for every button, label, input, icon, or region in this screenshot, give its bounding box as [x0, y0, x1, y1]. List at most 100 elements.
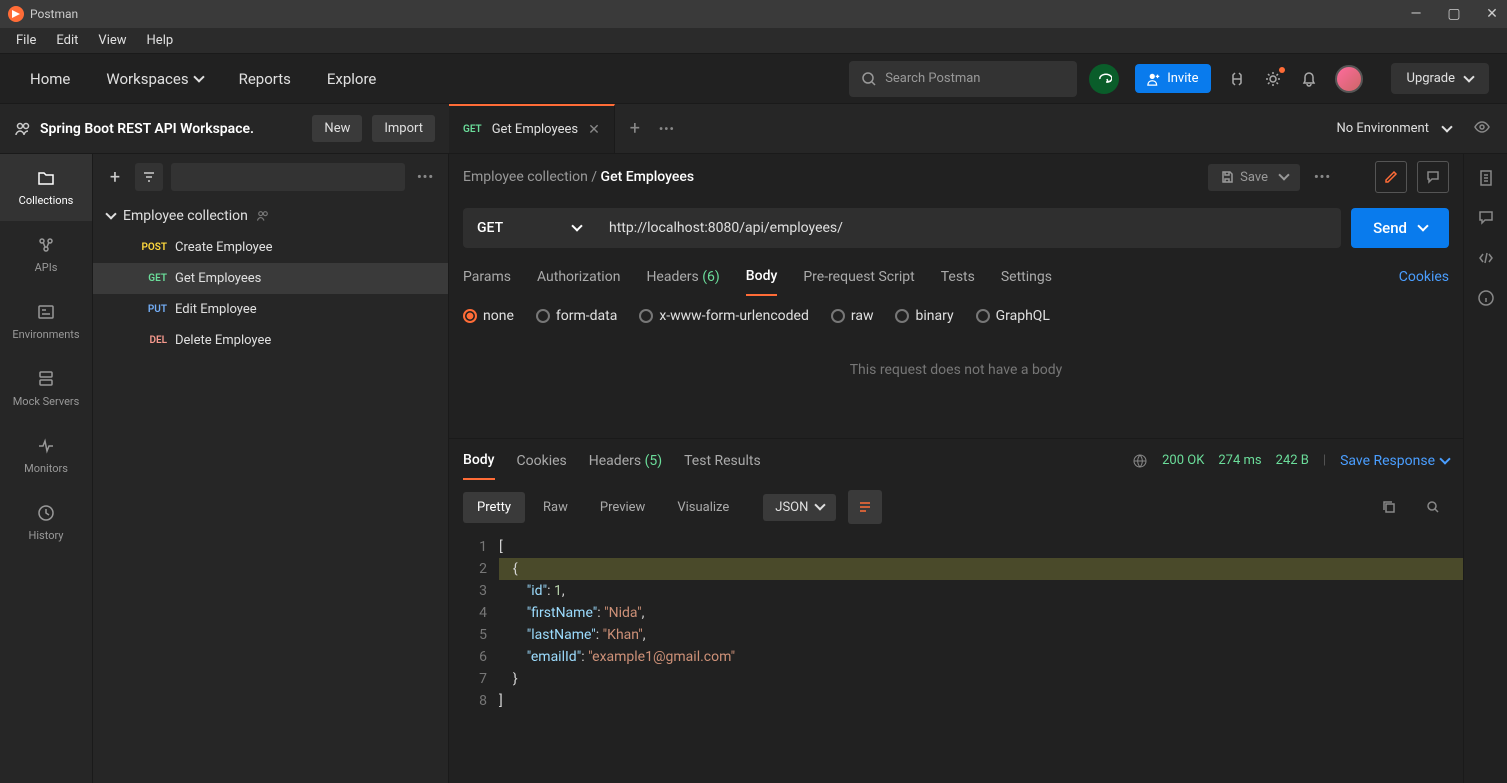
request-item-create-employee[interactable]: POST Create Employee [93, 232, 448, 263]
collection-item[interactable]: Employee collection [93, 200, 448, 232]
invite-label: Invite [1167, 71, 1198, 86]
globe-icon[interactable] [1132, 453, 1148, 469]
view-visualize[interactable]: Visualize [663, 492, 743, 523]
response-tab-headers[interactable]: Headers (5) [589, 443, 662, 479]
comments-icon[interactable] [1476, 208, 1496, 228]
chevron-down-icon [1441, 121, 1452, 132]
method-selector[interactable]: GET [463, 208, 595, 248]
view-preview[interactable]: Preview [586, 492, 659, 523]
invite-button[interactable]: Invite [1135, 64, 1210, 93]
tab-tests[interactable]: Tests [941, 259, 975, 295]
cookies-link[interactable]: Cookies [1399, 269, 1449, 285]
tab-get-employees[interactable]: GET Get Employees ✕ [449, 104, 615, 153]
response-tab-cookies[interactable]: Cookies [517, 443, 567, 479]
send-button[interactable]: Send [1351, 208, 1449, 248]
request-item-get-employees[interactable]: GET Get Employees [93, 263, 448, 294]
body-type-urlencoded[interactable]: x-www-form-urlencoded [639, 308, 809, 324]
tab-settings[interactable]: Settings [1001, 259, 1052, 295]
find-icon[interactable] [1417, 491, 1449, 523]
save-response-button[interactable]: Save Response [1340, 453, 1449, 469]
upgrade-button[interactable]: Upgrade [1391, 63, 1489, 94]
sidebar-more-icon[interactable]: ••• [413, 170, 438, 185]
tabs-more-icon[interactable]: ••• [655, 122, 679, 136]
body-type-raw[interactable]: raw [831, 308, 874, 324]
minimize-icon[interactable]: — [1409, 7, 1423, 21]
window-controls: — ▢ ✕ [1409, 7, 1499, 21]
import-button[interactable]: Import [372, 115, 435, 142]
view-pretty[interactable]: Pretty [463, 492, 525, 523]
tab-headers[interactable]: Headers (6) [646, 259, 719, 295]
rail-apis[interactable]: APIs [0, 221, 92, 288]
status-code: 200 OK [1162, 453, 1204, 468]
url-input[interactable] [595, 208, 1341, 248]
tabs-row: GET Get Employees ✕ + ••• No Environment [449, 104, 1507, 153]
eye-icon[interactable] [1473, 118, 1491, 140]
tab-body[interactable]: Body [746, 258, 778, 296]
docs-icon[interactable] [1476, 168, 1496, 188]
menubar: File Edit View Help [0, 28, 1507, 54]
format-selector[interactable]: JSON [763, 494, 836, 521]
capture-icon[interactable] [1227, 69, 1247, 89]
tab-authorization[interactable]: Authorization [537, 259, 620, 295]
chevron-down-icon [1417, 220, 1428, 231]
body-type-graphql[interactable]: GraphQL [976, 308, 1050, 324]
request-more-icon[interactable]: ••• [1310, 170, 1335, 185]
request-item-delete-employee[interactable]: DEL Delete Employee [93, 325, 448, 356]
body-type-formdata[interactable]: form-data [536, 308, 617, 324]
maximize-icon[interactable]: ▢ [1447, 7, 1461, 21]
menu-help[interactable]: Help [137, 29, 184, 52]
request-item-edit-employee[interactable]: PUT Edit Employee [93, 294, 448, 325]
body-type-none[interactable]: none [463, 308, 514, 324]
request-tabs: Params Authorization Headers (6) Body Pr… [449, 256, 1463, 298]
rail-mock-servers[interactable]: Mock Servers [0, 355, 92, 422]
new-button[interactable]: New [312, 115, 362, 142]
line-numbers: 12345678 [449, 536, 499, 712]
rail-environments[interactable]: Environments [0, 288, 92, 355]
method-value: GET [477, 220, 503, 236]
code-snippet-icon[interactable] [1476, 248, 1496, 268]
radio-icon [976, 309, 990, 323]
rail-history[interactable]: History [0, 489, 92, 556]
nav-workspaces[interactable]: Workspaces [94, 64, 214, 94]
rail-monitors[interactable]: Monitors [0, 422, 92, 489]
nav-home[interactable]: Home [18, 64, 82, 94]
sync-icon[interactable] [1089, 64, 1119, 94]
save-button[interactable]: Save [1208, 164, 1300, 191]
tab-prerequest[interactable]: Pre-request Script [803, 259, 914, 295]
response-tab-body[interactable]: Body [463, 442, 495, 480]
edit-icon[interactable] [1375, 161, 1407, 193]
menu-view[interactable]: View [88, 29, 136, 52]
view-raw[interactable]: Raw [529, 492, 582, 523]
breadcrumb-collection[interactable]: Employee collection [463, 169, 588, 185]
nav-reports[interactable]: Reports [227, 64, 303, 94]
bell-icon[interactable] [1299, 69, 1319, 89]
tab-add-button[interactable]: + [615, 118, 655, 139]
sidebar-search-input[interactable] [171, 163, 405, 191]
response-toolbar-right [1373, 491, 1449, 523]
search-input[interactable]: Search Postman [849, 61, 1077, 97]
topnav-right: Invite Upgrade [1089, 63, 1489, 94]
sidebar-add-button[interactable]: + [103, 165, 127, 189]
body-type-binary[interactable]: binary [895, 308, 953, 324]
copy-icon[interactable] [1373, 491, 1405, 523]
environment-selector[interactable]: No Environment [1322, 121, 1465, 136]
workspace-title[interactable]: Spring Boot REST API Workspace. [14, 120, 254, 138]
response-tab-test-results[interactable]: Test Results [684, 443, 761, 479]
menu-edit[interactable]: Edit [46, 29, 88, 52]
sidebar-filter-button[interactable] [135, 163, 163, 191]
no-body-message: This request does not have a body [449, 334, 1463, 438]
tab-close-icon[interactable]: ✕ [588, 122, 600, 138]
rail-collections[interactable]: Collections [0, 154, 92, 221]
response-body-editor[interactable]: 12345678 [ { "id": 1, "firstName": "Nida… [449, 532, 1463, 716]
info-icon[interactable] [1476, 288, 1496, 308]
upgrade-label: Upgrade [1407, 71, 1455, 86]
comment-icon[interactable] [1417, 161, 1449, 193]
breadcrumb-row: Employee collection / Get Employees Save… [449, 154, 1463, 200]
avatar[interactable] [1335, 65, 1363, 93]
tab-params[interactable]: Params [463, 259, 511, 295]
wrap-lines-icon[interactable] [848, 490, 882, 524]
nav-explore[interactable]: Explore [315, 64, 389, 94]
menu-file[interactable]: File [6, 29, 46, 52]
close-icon[interactable]: ✕ [1485, 7, 1499, 21]
settings-icon[interactable] [1263, 69, 1283, 89]
